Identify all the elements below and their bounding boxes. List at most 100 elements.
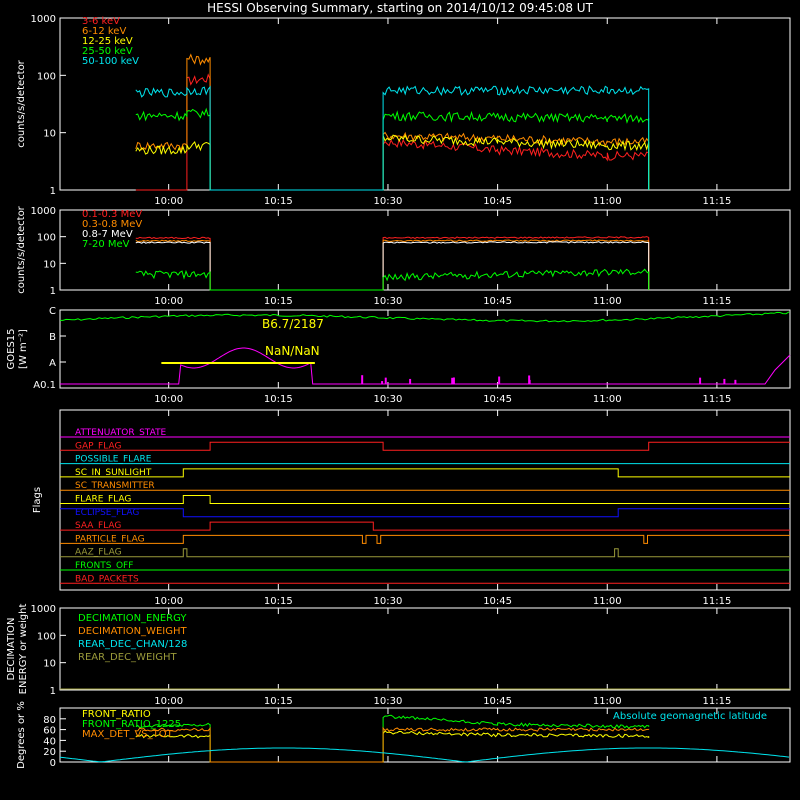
x-tick-label: 11:15	[702, 696, 731, 707]
legend-entry: 50-100 keV	[82, 56, 139, 67]
y-tick-label: 1	[50, 686, 56, 697]
x-tick-label: 10:45	[483, 296, 512, 307]
panel-frames	[59, 17, 791, 763]
y-tick-label: 1	[50, 186, 56, 197]
flag-label: AAZ_FLAG	[75, 548, 122, 558]
flag-label: BAD_PACKETS	[75, 574, 139, 584]
series-line	[60, 347, 791, 385]
y-tick-label: 1000	[31, 206, 56, 217]
labels: 110100100010:00 10:15 10:30 10:45 11:00 11:15…	[6, 14, 767, 769]
x-tick-label: 10:30	[374, 696, 403, 707]
x-tick-label: 10:15	[264, 394, 293, 405]
y-axis-label-secondary: ENERGY or weight	[18, 604, 29, 695]
legend-entry: DECIMATION_ENERGY	[78, 613, 187, 624]
y-tick-label: 100	[37, 71, 56, 82]
flag-label: PARTICLE_FLAG	[75, 534, 145, 544]
series-line	[135, 73, 650, 191]
series-line	[135, 241, 650, 291]
y-tick-label: 40	[43, 736, 56, 747]
x-tick-label: 10:00	[154, 696, 183, 707]
y-tick-label: 10	[43, 129, 56, 140]
y-axis-label: DECIMATION	[6, 617, 17, 680]
series-line	[135, 236, 650, 291]
legend-entry: REAR_DEC_CHAN/128	[78, 639, 187, 650]
y-tick-label: 1	[50, 286, 56, 297]
panel-lightcurve-low	[59, 17, 791, 191]
x-tick-label: 11:00	[593, 696, 622, 707]
x-tick-label: 10:15	[264, 696, 293, 707]
flag-line	[60, 441, 790, 451]
flag-label: POSSIBLE_FLARE	[75, 455, 152, 465]
panel-goes	[59, 309, 791, 389]
x-tick-label: 10:45	[483, 696, 512, 707]
y-axis-label: Flags	[32, 487, 43, 513]
y-tick-label: 10	[43, 659, 56, 670]
goes-class-annotation: NaN/NaN	[265, 344, 320, 358]
series-line	[60, 311, 790, 323]
y-tick-label: 1000	[31, 604, 56, 615]
x-tick-label: 11:15	[702, 196, 731, 207]
y-tick-label: C	[49, 306, 56, 317]
y-axis-label-units: [W m⁻²]	[18, 329, 29, 369]
flag-line	[60, 468, 790, 478]
series-line	[135, 53, 650, 191]
y-tick-label: 80	[43, 715, 56, 726]
x-tick-label: 11:00	[593, 196, 622, 207]
x-tick-label: 11:15	[702, 296, 731, 307]
x-tick-label: 10:30	[374, 394, 403, 405]
series-line	[135, 239, 650, 291]
legend-entry: 7-20 MeV	[82, 239, 130, 250]
y-tick-label: 1000	[31, 14, 56, 25]
x-tick-label: 10:15	[264, 596, 293, 607]
x-tick-label: 10:00	[154, 596, 183, 607]
legend-entry: DECIMATION_WEIGHT	[78, 626, 187, 637]
y-tick-label: 0	[50, 758, 56, 769]
x-tick-label: 11:00	[593, 596, 622, 607]
y-axis-label: counts/s/detector	[16, 59, 27, 147]
flag-line	[60, 534, 790, 544]
x-tick-label: 10:30	[374, 596, 403, 607]
y-axis-label: GOES15	[6, 328, 17, 369]
y-tick-label: A0.1	[33, 380, 56, 391]
flag-label: FRONTS_OFF	[75, 561, 133, 571]
x-tick-label: 11:15	[702, 394, 731, 405]
flag-label: SC_TRANSMITTER	[75, 481, 155, 491]
y-tick-label: B	[49, 332, 56, 343]
series-line	[135, 714, 650, 763]
flag-label: GAP_FLAG	[75, 441, 121, 451]
x-tick-label: 11:00	[593, 394, 622, 405]
flag-label: ECLIPSE_FLAG	[75, 508, 139, 518]
panel-axes	[60, 17, 718, 763]
x-tick-label: 10:30	[374, 196, 403, 207]
flag-line	[60, 495, 790, 504]
y-axis-label: Degrees or %	[16, 701, 27, 769]
x-tick-label: 10:00	[154, 196, 183, 207]
x-tick-label: 10:45	[483, 596, 512, 607]
goes-class-annotation: B6.7/2187	[262, 317, 324, 331]
y-tick-label: A	[49, 358, 56, 369]
panel-lightcurve-high	[59, 209, 791, 291]
x-tick-label: 10:45	[483, 394, 512, 405]
flag-line	[60, 508, 790, 518]
y-axis-label: counts/s/detector	[16, 205, 27, 293]
y-tick-label: 100	[37, 233, 56, 244]
flag-label: FLARE_FLAG	[75, 495, 131, 505]
series-line	[135, 730, 650, 763]
flag-label: SAA_FLAG	[75, 521, 121, 531]
x-tick-label: 11:00	[593, 296, 622, 307]
observing-summary-chart: HESSI Observing Summary, starting on 201…	[6, 1, 791, 769]
flag-line	[60, 548, 790, 558]
series-line	[135, 268, 650, 291]
legend-entry: REAR_DEC_WEIGHT	[78, 652, 177, 663]
x-tick-label: 10:15	[264, 196, 293, 207]
chart-title: HESSI Observing Summary, starting on 201…	[207, 1, 593, 15]
y-tick-label: 10	[43, 259, 56, 270]
flag-label: ATTENUATOR_STATE	[75, 428, 167, 438]
x-tick-label: 10:00	[154, 394, 183, 405]
flag-label: SC_IN_SUNLIGHT	[75, 468, 152, 478]
legend-entry: MAX_DET_VS_TOT	[82, 729, 174, 740]
flag-line	[60, 521, 790, 531]
latitude-annotation: Absolute geomagnetic latitude	[613, 711, 767, 722]
y-tick-label: 60	[43, 726, 56, 737]
x-tick-label: 10:15	[264, 296, 293, 307]
